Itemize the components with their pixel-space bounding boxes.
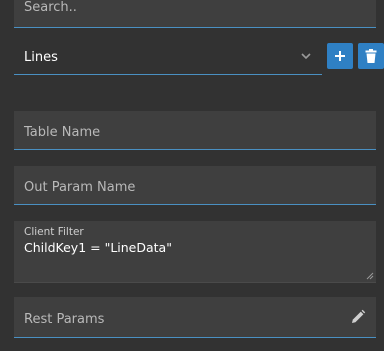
add-button[interactable] [327,43,353,69]
out-param-name-placeholder: Out Param Name [24,180,136,195]
client-filter-value: ChildKey1 = "LineData" [24,240,172,255]
chevron-down-icon [301,53,311,60]
client-filter-label: Client Filter [24,226,84,238]
table-name-field[interactable]: Table Name [14,111,376,150]
rest-params-placeholder: Rest Params [24,312,105,327]
delete-button[interactable] [358,43,384,69]
client-filter-textarea[interactable]: Client Filter ChildKey1 = "LineData" [14,221,376,283]
out-param-name-field[interactable]: Out Param Name [14,166,376,205]
search-input[interactable]: Search.. [14,0,376,28]
resize-grip-icon[interactable] [366,272,374,280]
lines-select-value: Lines [24,50,58,65]
pencil-icon[interactable] [350,309,366,325]
trash-icon [365,49,377,63]
rest-params-field[interactable]: Rest Params [14,297,376,338]
search-placeholder: Search.. [24,0,77,15]
lines-select[interactable]: Lines [14,40,322,75]
plus-icon [335,51,345,61]
table-name-placeholder: Table Name [24,125,101,140]
